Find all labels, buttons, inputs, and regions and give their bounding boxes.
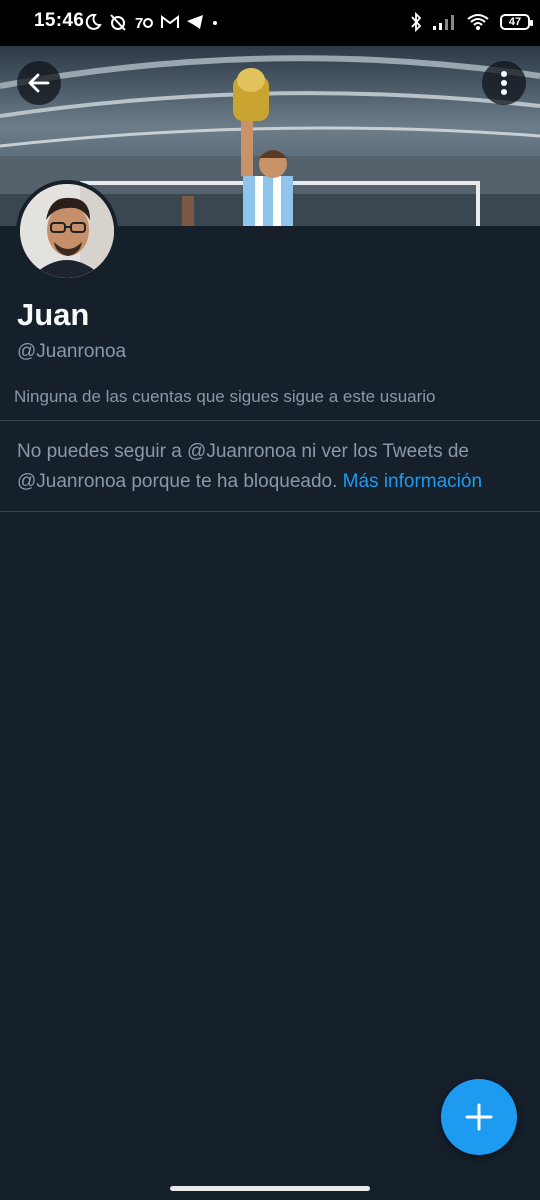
dot-icon	[213, 21, 217, 25]
more-vertical-icon	[501, 71, 507, 95]
arrow-left-icon	[28, 73, 50, 93]
gmail-icon	[161, 15, 179, 28]
more-options-button[interactable]	[482, 61, 526, 105]
battery-icon: 47	[500, 14, 533, 30]
divider	[0, 511, 540, 512]
avatar-photo	[20, 184, 114, 278]
status-bar: 15:46 7 47	[0, 0, 540, 46]
wifi-icon	[467, 14, 489, 30]
battery-level: 47	[508, 16, 522, 28]
learn-more-link[interactable]: Más información	[343, 471, 482, 492]
home-indicator[interactable]	[170, 1186, 370, 1191]
followers-you-know: Ninguna de las cuentas que sigues sigue …	[14, 387, 436, 406]
status-left-icons: 7	[84, 13, 220, 31]
avatar-image	[20, 184, 114, 278]
compose-tweet-button[interactable]	[441, 1079, 517, 1155]
signal-icon	[433, 15, 454, 30]
app-notification-icon: 7	[135, 15, 153, 31]
display-name: Juan	[17, 297, 90, 332]
alarm-off-icon	[110, 14, 126, 31]
bluetooth-icon	[411, 12, 422, 32]
status-time: 15:46	[34, 10, 85, 31]
status-right-icons: 47	[410, 12, 533, 32]
back-button[interactable]	[17, 61, 61, 105]
svg-text:7: 7	[135, 15, 143, 31]
user-handle: @Juanronoa	[17, 341, 127, 362]
avatar[interactable]	[16, 180, 118, 282]
telegram-icon	[187, 15, 203, 29]
plus-icon	[465, 1103, 493, 1131]
blocked-notice: No puedes seguir a @Juanronoa ni ver los…	[17, 437, 517, 497]
moon-icon	[85, 13, 102, 30]
divider	[0, 420, 540, 421]
